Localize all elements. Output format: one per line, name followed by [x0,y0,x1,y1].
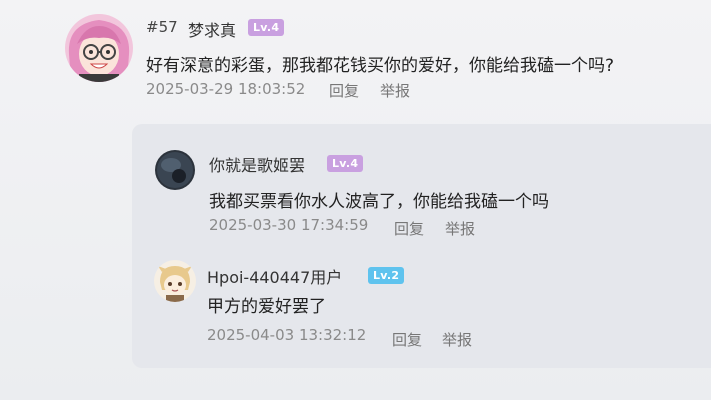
comment-timestamp: 2025-03-29 18:03:52 [146,80,306,98]
level-badge: Lv.4 [248,19,285,36]
reply-text: 我都买票看你水人波高了，你能给我磕一个吗 [209,192,549,212]
comment-page: #57 梦求真 Lv.4 好有深意的彩蛋，那我都花钱买你的爱好，你能给我磕一个吗… [0,0,711,400]
reply-timestamp: 2025-03-30 17:34:59 [209,216,369,234]
reply-timestamp: 2025-04-03 13:32:12 [207,326,367,344]
report-button[interactable]: 举报 [380,80,410,101]
level-badge: Lv.4 [327,155,364,172]
reply-username[interactable]: Hpoi-440447用户 [207,264,342,288]
main-comment: #57 梦求真 Lv.4 好有深意的彩蛋，那我都花钱买你的爱好，你能给我磕一个吗… [0,0,711,120]
reply-avatar[interactable] [154,260,196,302]
reply-button[interactable]: 回复 [394,218,424,239]
user-avatar[interactable] [65,14,133,82]
floor-number: #57 [146,18,178,36]
reply-text: 甲方的爱好罢了 [207,297,326,317]
report-button[interactable]: 举报 [445,218,475,239]
reply-avatar[interactable] [155,150,195,190]
level-badge: Lv.2 [368,267,405,284]
report-button[interactable]: 举报 [442,329,472,350]
comment-username[interactable]: 梦求真 [188,17,236,41]
comment-text: 好有深意的彩蛋，那我都花钱买你的爱好，你能给我磕一个吗? [146,56,615,76]
reply-button[interactable]: 回复 [392,329,422,350]
reply-username[interactable]: 你就是歌姬罢 [209,152,305,176]
reply-button[interactable]: 回复 [329,80,359,101]
